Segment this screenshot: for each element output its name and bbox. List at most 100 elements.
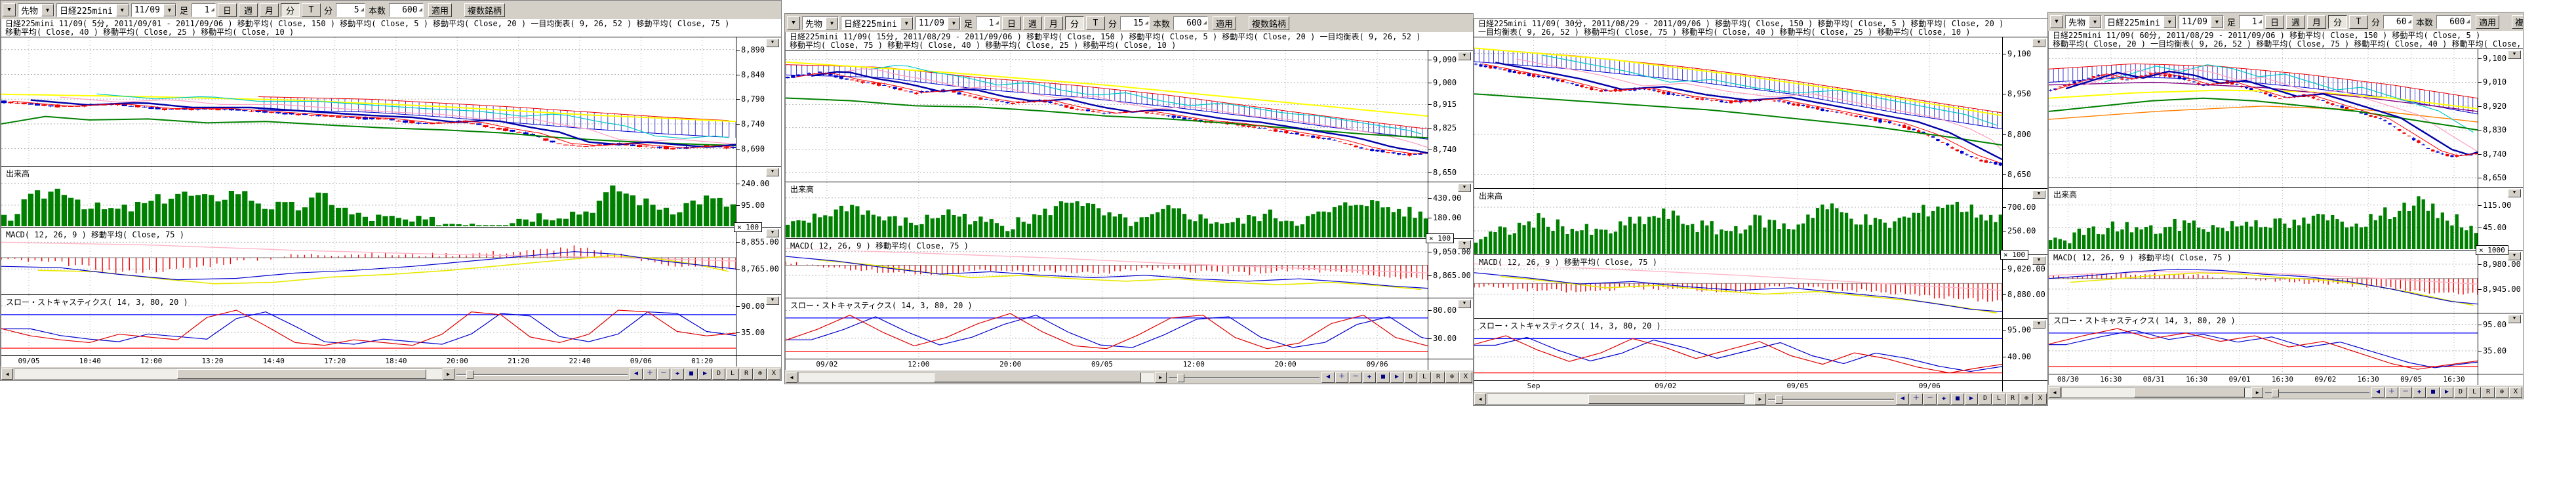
apply-button[interactable]: 適用 (428, 3, 452, 17)
scroll-right-button[interactable]: ▶ (443, 369, 454, 380)
scrollbar-thumb[interactable] (2134, 388, 2245, 397)
jump-start-button[interactable]: ◀ (1321, 372, 1335, 383)
contract-month-select[interactable]: 11/09▼ (916, 16, 961, 30)
pane-dropdown-button[interactable]: ▼ (766, 39, 779, 47)
play-button[interactable]: ▶ (2440, 387, 2453, 398)
interval-value-field[interactable]: 1◢ (976, 16, 1000, 30)
day-mode-button[interactable]: D (712, 369, 725, 380)
apply-button[interactable]: 適用 (1213, 16, 1236, 30)
pane-dropdown-button[interactable]: ▼ (1458, 240, 1471, 249)
interval-button-3[interactable]: 分 (1065, 16, 1084, 30)
spinner-icon[interactable]: ◢ (1203, 20, 1207, 26)
interval-button-3[interactable]: 分 (281, 3, 300, 17)
interval-button-1[interactable]: 週 (1023, 16, 1042, 30)
slider-knob[interactable] (1775, 395, 1782, 404)
scroll-left-button[interactable]: ◀ (786, 372, 797, 383)
pane-dropdown-button[interactable]: ▼ (2508, 189, 2521, 197)
zoom-in-button[interactable]: ＋ (643, 369, 656, 380)
zoom-in-button[interactable]: ＋ (1335, 372, 1348, 383)
spinner-icon[interactable]: ◢ (419, 7, 422, 13)
symbol-select[interactable]: 日経225mini▼ (56, 3, 129, 17)
spinner-icon[interactable]: ◢ (996, 20, 999, 26)
scroll-left-button[interactable]: ◀ (2049, 387, 2061, 398)
interval-button-0[interactable]: 日 (218, 3, 237, 17)
apply-button[interactable]: 適用 (2476, 15, 2499, 29)
pane-dropdown-button[interactable]: ▼ (2508, 252, 2521, 260)
pane-dropdown-button[interactable]: ▼ (1458, 52, 1471, 60)
interval-button-4[interactable]: T (302, 3, 321, 17)
log-scale-button[interactable]: L (1418, 372, 1431, 383)
bar-width-slider[interactable] (1169, 372, 1319, 382)
play-button[interactable]: ▶ (1390, 372, 1403, 383)
interval-button-1[interactable]: 週 (2286, 15, 2305, 29)
horizontal-scrollbar[interactable] (2061, 387, 2251, 398)
interval-button-2[interactable]: 月 (2307, 15, 2326, 29)
bar-width-slider[interactable] (1768, 394, 1894, 404)
minutes-value-field[interactable]: 15◢ (1120, 16, 1150, 30)
pane-dropdown-button[interactable]: ▼ (1458, 300, 1471, 308)
pane-dropdown-button[interactable]: ▼ (2032, 256, 2045, 265)
stop-button[interactable]: ■ (2426, 387, 2440, 398)
pan-button[interactable]: ✚ (2413, 387, 2426, 398)
interval-value-field[interactable]: 1◢ (2239, 15, 2263, 29)
scroll-right-button[interactable]: ▶ (2251, 387, 2263, 398)
chevron-down-icon[interactable]: ▼ (826, 17, 838, 30)
interval-button-4[interactable]: T (1086, 16, 1105, 30)
spinner-icon[interactable]: ◢ (211, 7, 214, 13)
close-button[interactable]: Ｘ (1459, 372, 1472, 383)
log-scale-button[interactable]: L (1992, 393, 2005, 405)
chevron-down-icon[interactable]: ▼ (41, 4, 54, 16)
contract-month-select[interactable]: 11/09▼ (131, 3, 176, 17)
horizontal-scrollbar[interactable] (14, 369, 442, 380)
multi-symbol-button[interactable]: 複数銘柄 (1249, 16, 1289, 30)
minutes-value-field[interactable]: 5◢ (336, 3, 365, 17)
interval-button-0[interactable]: 日 (1002, 16, 1021, 30)
window-menu-button[interactable]: ▼ (2050, 15, 2063, 28)
pane-dropdown-button[interactable]: ▼ (766, 229, 779, 237)
interval-button-3[interactable]: 分 (2328, 15, 2347, 29)
day-mode-button[interactable]: D (1979, 393, 1992, 405)
scroll-right-button[interactable]: ▶ (1754, 393, 1766, 405)
spinner-icon[interactable]: ◢ (2408, 18, 2411, 25)
close-button[interactable]: Ｘ (767, 369, 780, 380)
interval-button-1[interactable]: 週 (239, 3, 258, 17)
pane-dropdown-button[interactable]: ▼ (2032, 320, 2045, 329)
slider-knob[interactable] (2272, 389, 2279, 397)
play-button[interactable]: ▶ (1965, 393, 1978, 405)
stop-button[interactable]: ■ (685, 369, 698, 380)
reset-button[interactable]: R (1432, 372, 1445, 383)
scroll-left-button[interactable]: ◀ (1, 369, 13, 380)
zoom-out-button[interactable]: － (1923, 393, 1937, 405)
log-scale-button[interactable]: L (2468, 387, 2481, 398)
stop-button[interactable]: ■ (1377, 372, 1390, 383)
close-button[interactable]: Ｘ (2034, 393, 2047, 405)
chevron-down-icon[interactable]: ▼ (948, 17, 960, 30)
chevron-down-icon[interactable]: ▼ (163, 4, 176, 16)
interval-button-4[interactable]: T (2349, 15, 2368, 29)
minutes-value-field[interactable]: 60◢ (2383, 15, 2413, 29)
pane-dropdown-button[interactable]: ▼ (1458, 184, 1471, 192)
spinner-icon[interactable]: ◢ (2466, 18, 2470, 25)
day-mode-button[interactable]: D (2454, 387, 2467, 398)
magnifier-button[interactable]: ⊕ (2495, 387, 2508, 398)
interval-value-field[interactable]: 1◢ (191, 3, 216, 17)
multi-symbol-button[interactable]: 複数銘柄 (2512, 15, 2523, 29)
magnifier-button[interactable]: ⊕ (2020, 393, 2033, 405)
log-scale-button[interactable]: L (726, 369, 739, 380)
chevron-down-icon[interactable]: ▼ (2163, 16, 2176, 28)
scrollbar-thumb[interactable] (934, 372, 1141, 382)
spinner-icon[interactable]: ◢ (2259, 18, 2262, 25)
jump-start-button[interactable]: ◀ (2371, 387, 2385, 398)
zoom-out-button[interactable]: － (2399, 387, 2412, 398)
pane-dropdown-button[interactable]: ▼ (766, 296, 779, 305)
multi-symbol-button[interactable]: 複数銘柄 (464, 3, 505, 17)
close-button[interactable]: Ｘ (2509, 387, 2522, 398)
interval-button-2[interactable]: 月 (1044, 16, 1063, 30)
magnifier-button[interactable]: ⊕ (1445, 372, 1459, 383)
category-select[interactable]: 先物▼ (802, 16, 839, 30)
pan-button[interactable]: ✚ (671, 369, 684, 380)
zoom-out-button[interactable]: － (657, 369, 670, 380)
day-mode-button[interactable]: D (1404, 372, 1417, 383)
spinner-icon[interactable]: ◢ (361, 7, 364, 13)
bars-value-field[interactable]: 600◢ (389, 3, 424, 17)
